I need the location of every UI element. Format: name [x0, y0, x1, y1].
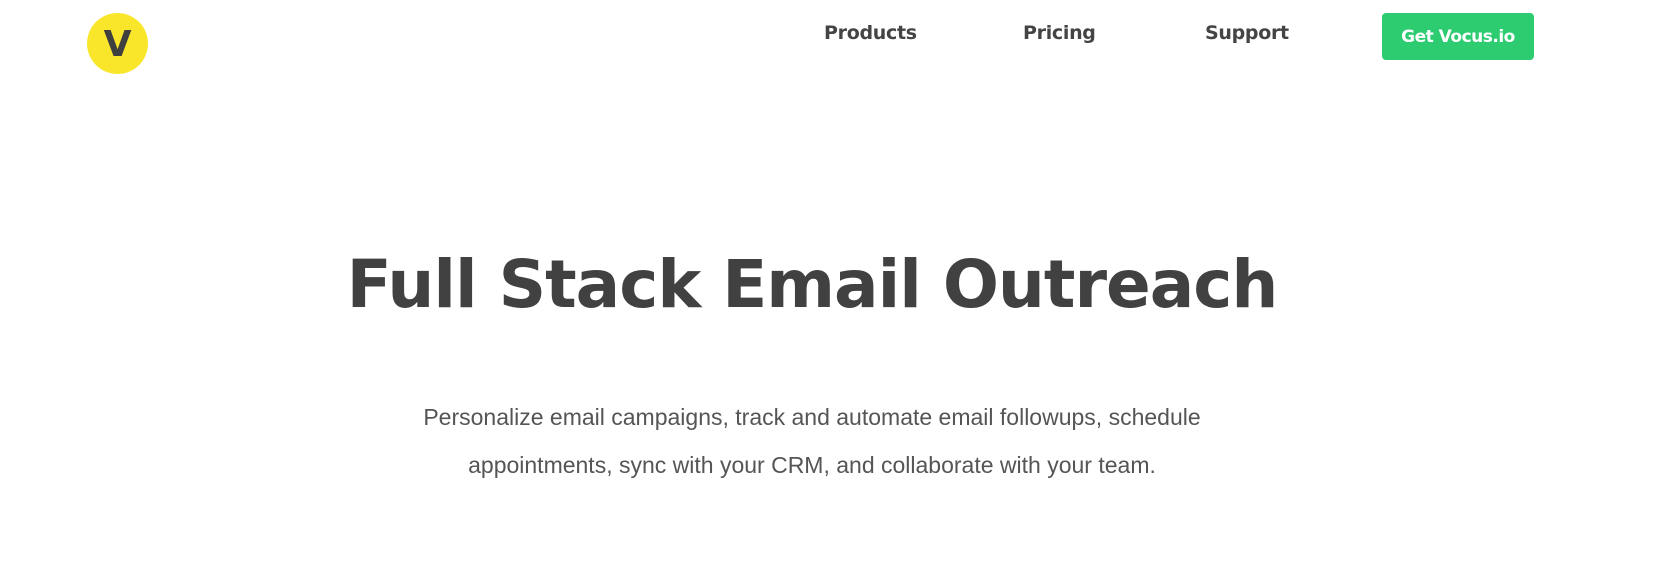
get-vocus-button[interactable]: Get Vocus.io	[1382, 13, 1534, 60]
logo-letter: V	[103, 23, 132, 65]
nav-link-support[interactable]: Support	[1205, 22, 1289, 44]
nav-link-products[interactable]: Products	[824, 22, 917, 44]
nav-link-pricing[interactable]: Pricing	[1023, 22, 1096, 44]
hero-title: Full Stack Email Outreach	[346, 246, 1279, 323]
hero-subtitle: Personalize email campaigns, track and a…	[380, 393, 1244, 489]
logo[interactable]: V	[87, 13, 148, 74]
hero-subtitle-line-1: Personalize email campaigns, track and a…	[423, 404, 1201, 430]
hero-subtitle-line-2: appointments, sync with your CRM, and co…	[468, 452, 1156, 478]
